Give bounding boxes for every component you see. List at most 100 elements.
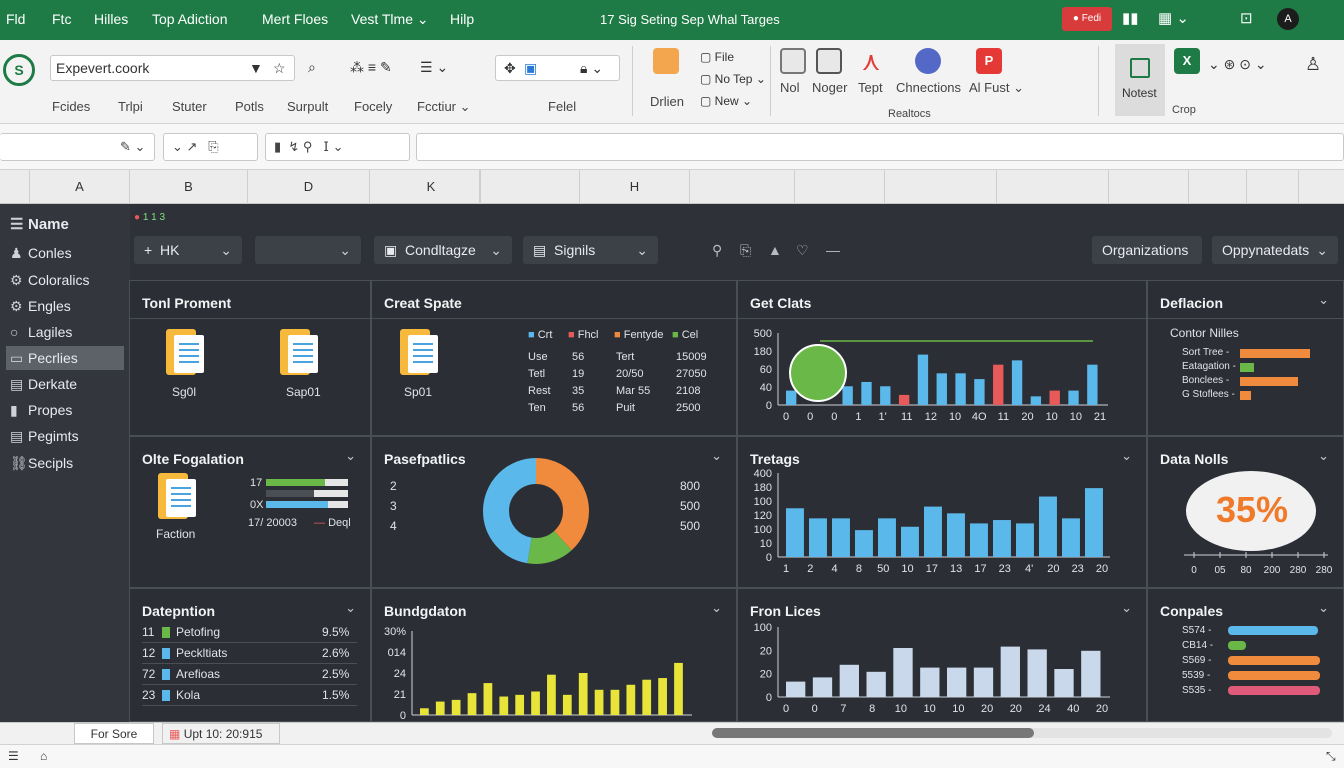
menu-help[interactable]: Hilp xyxy=(450,11,474,27)
nol-button[interactable]: Nol xyxy=(780,80,800,95)
notep-button[interactable]: ▢ No Tep ⌄ xyxy=(700,72,766,86)
chevron-down-icon[interactable]: ⌄ xyxy=(711,448,722,464)
search-icon[interactable]: ⌕ xyxy=(308,59,316,76)
chevron-down-icon[interactable]: ⌄ xyxy=(1318,292,1329,308)
opp-dropdown[interactable]: Oppynatedats ⌄ xyxy=(1212,236,1338,264)
teams-icon[interactable] xyxy=(915,48,941,74)
condition-dropdown[interactable]: ▣ Condltagze ⌄ xyxy=(374,236,512,264)
user-icon[interactable]: ♙ xyxy=(1305,54,1321,75)
bar xyxy=(515,694,525,715)
chnections-button[interactable]: Chnections xyxy=(896,80,961,95)
add-dropdown[interactable]: + HK ⌄ xyxy=(134,236,242,264)
minus-icon[interactable]: — xyxy=(826,242,840,258)
move-icon[interactable]: ✥ xyxy=(504,60,516,77)
list-icon[interactable]: ☰ ⌄ xyxy=(420,59,448,76)
toolbar-box-2[interactable]: ⌄ ↗ ⎘ xyxy=(163,133,258,161)
document-icon[interactable] xyxy=(166,329,204,375)
tept-button[interactable]: Tept xyxy=(858,80,883,95)
spreadsheet-icon[interactable] xyxy=(280,329,318,375)
toolbar-box-1[interactable]: ✎ ⌄ xyxy=(0,133,155,161)
chevron-down-icon[interactable]: ⌄ xyxy=(345,600,356,616)
new-button[interactable]: ▢ New ⌄ xyxy=(700,94,752,108)
ribbon-label-surpult[interactable]: Surpult xyxy=(287,99,328,114)
file-button[interactable]: ▢ File xyxy=(700,50,734,64)
sidebar-item-propes[interactable]: ▮ Propes xyxy=(6,398,124,422)
ribbon-label-potls[interactable]: Potls xyxy=(235,99,264,114)
column-a[interactable]: A xyxy=(30,170,130,204)
chevron-down-icon[interactable]: ▼ xyxy=(249,56,263,80)
ribbon-label-stuter[interactable]: Stuter xyxy=(172,99,207,114)
acrobat-icon[interactable]: ⋏ xyxy=(858,48,884,74)
scrollbar-thumb[interactable] xyxy=(712,728,1035,738)
menu-file[interactable]: Fld xyxy=(6,11,25,27)
sidebar-item-secipls[interactable]: ⛓Secipls xyxy=(6,451,124,475)
format-tools-icon[interactable]: ⁂ ≡ ✎ xyxy=(350,59,392,76)
menu-mert-floes[interactable]: Mert Floes xyxy=(262,11,328,27)
alfust-button[interactable]: Al Fust ⌄ xyxy=(969,80,1024,96)
frame-icon[interactable]: ▣ xyxy=(524,60,537,77)
signals-dropdown[interactable]: ▤ Signils ⌄ xyxy=(523,236,658,264)
grid-icon[interactable]: ▦ ⌄ xyxy=(1158,9,1189,27)
ribbon-label-fcides[interactable]: Fcides xyxy=(52,99,90,114)
chevron-down-icon[interactable]: ⌄ xyxy=(711,600,722,616)
chevron-down-icon[interactable]: ⌄ xyxy=(1121,448,1132,464)
menu-top-adiction[interactable]: Top Adiction xyxy=(152,11,228,27)
column-b[interactable]: B xyxy=(130,170,248,204)
more-icons[interactable]: ⌄ ⊛ ⊙ ⌄ xyxy=(1208,56,1267,73)
expand-icon[interactable]: ⤡ xyxy=(1326,749,1336,764)
view-group[interactable]: ✥ ▣ 🔒︎ ⌄ xyxy=(495,55,620,81)
document-icon[interactable] xyxy=(158,473,196,519)
ribbon-label-focely[interactable]: Focely xyxy=(354,99,392,114)
notes-button[interactable]: Notest xyxy=(1115,44,1165,116)
star-icon[interactable]: ☆ xyxy=(273,56,286,80)
column-h[interactable]: H xyxy=(580,170,690,204)
horizontal-scrollbar[interactable] xyxy=(712,728,1332,738)
sidebar-item-engles[interactable]: ⚙ Engles xyxy=(6,294,124,318)
sidebar-item-pecrlies[interactable]: ▭ Pecrlies xyxy=(6,346,124,370)
sidebar-item-derkate[interactable]: ▤ Derkate xyxy=(6,372,124,396)
avatar[interactable]: A xyxy=(1277,8,1299,30)
organizations-button[interactable]: Organizations xyxy=(1092,236,1202,264)
sheet-tab-upt[interactable]: ▦ Upt 10: 20:915 xyxy=(162,723,280,744)
sidebar-item-pegimts[interactable]: ▤ Pegimts xyxy=(6,424,124,448)
briefcase-icon[interactable] xyxy=(653,48,679,74)
chevron-down-icon[interactable]: ⌄ xyxy=(345,448,356,464)
chevron-down-icon[interactable]: ⌄ xyxy=(1318,600,1329,616)
image-icon[interactable] xyxy=(780,48,806,74)
column-d[interactable]: D xyxy=(248,170,370,204)
brush-icon[interactable]: ⚲ xyxy=(712,242,722,259)
copy-icon[interactable]: ⎘ xyxy=(740,242,751,259)
chevron-down-icon[interactable]: ⌄ xyxy=(1318,448,1329,464)
pdf-icon[interactable]: P xyxy=(976,48,1002,74)
excel-icon[interactable]: X xyxy=(1174,48,1200,74)
noger-button[interactable]: Noger xyxy=(812,80,847,95)
menu-ftc[interactable]: Ftc xyxy=(52,11,71,27)
document-icon[interactable] xyxy=(400,329,438,375)
menu-vest-tlme[interactable]: Vest Tlme ⌄ xyxy=(351,11,429,28)
ribbon-label-fcctiur[interactable]: Fcctiur ⌄ xyxy=(417,99,471,115)
sidebar-item-lagiles[interactable]: ○ Lagiles xyxy=(6,320,124,344)
share-icon[interactable]: ⊡ xyxy=(1240,9,1253,27)
sheet-tab-forsore[interactable]: For Sore xyxy=(74,723,154,744)
chevron-down-icon[interactable]: ⌄ xyxy=(1121,600,1132,616)
monitor-icon[interactable] xyxy=(816,48,842,74)
sidebar-item-name[interactable]: ☰ Name xyxy=(6,213,124,237)
bars-icon[interactable]: ▮▮ xyxy=(1122,9,1139,27)
name-box[interactable]: Expevert.coork ▼ ☆ xyxy=(50,55,295,81)
heart-icon[interactable]: ♡ xyxy=(796,242,809,259)
menu-icon[interactable]: ☰ xyxy=(8,749,19,763)
drop-icon[interactable]: ▲ xyxy=(768,242,782,258)
formula-input[interactable] xyxy=(416,133,1344,161)
column-k[interactable]: K xyxy=(370,170,492,204)
lock-icon[interactable]: 🔒︎ ⌄ xyxy=(580,60,603,77)
drlien-button[interactable]: Drlien xyxy=(650,94,684,109)
blank-dropdown[interactable]: ⌄ xyxy=(255,236,361,264)
sidebar-item-coloralics[interactable]: ⚙ Coloralics xyxy=(6,268,124,292)
ribbon-label-trlpi[interactable]: Trlpi xyxy=(118,99,143,114)
menu-hilles[interactable]: Hilles xyxy=(94,11,128,27)
toolbar-box-3[interactable]: ▮ ↯ ⚲ 𝖨 ⌄ xyxy=(265,133,410,161)
sidebar-item-conles[interactable]: ♟ Conles xyxy=(6,241,124,265)
home-icon[interactable]: ⌂ xyxy=(40,749,47,763)
x-tick-label: 05 xyxy=(1214,565,1226,576)
record-button[interactable]: ● Fedi xyxy=(1062,7,1112,31)
